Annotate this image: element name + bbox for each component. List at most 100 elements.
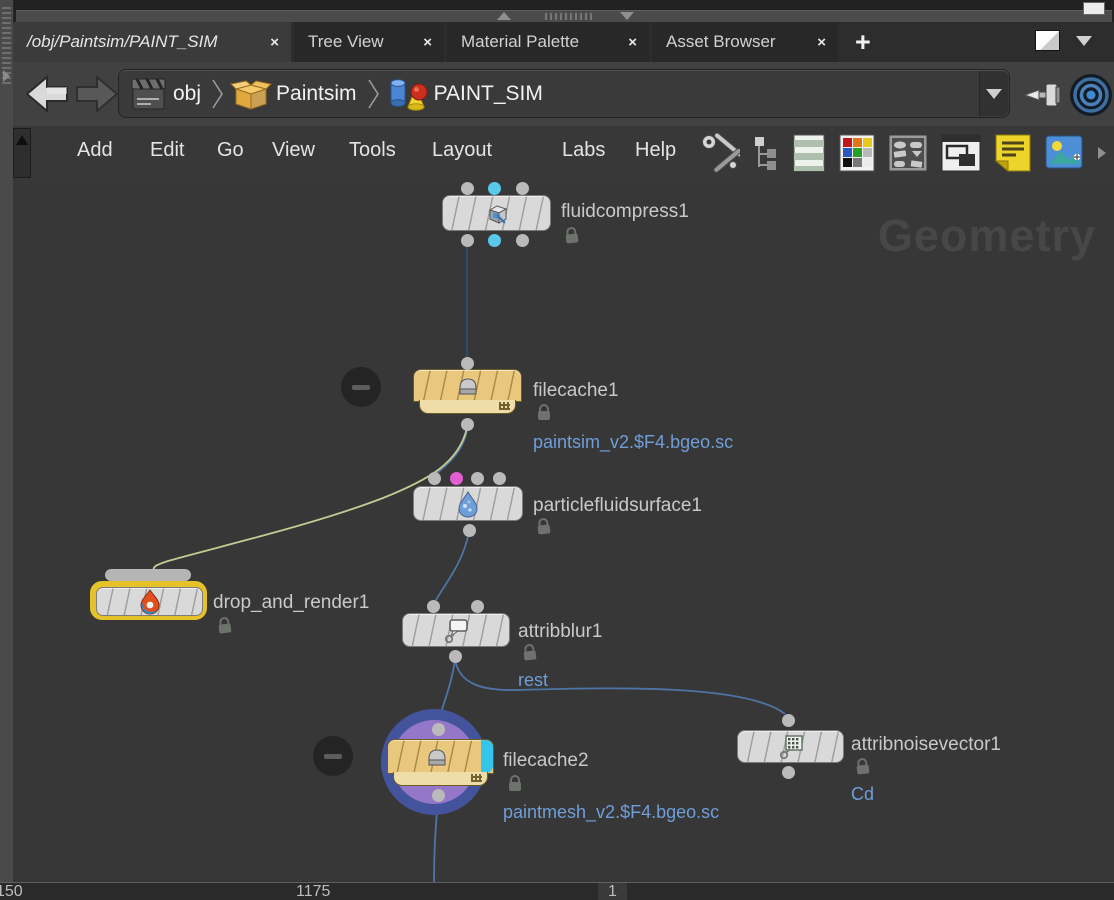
output-connector[interactable] [432, 789, 445, 802]
new-tab-button[interactable]: + [841, 22, 885, 62]
breadcrumb-paintsim[interactable]: Paintsim [272, 82, 361, 106]
lock-icon [538, 411, 550, 420]
breadcrumb-paint-sim[interactable]: PAINT_SIM [430, 82, 547, 106]
node-param-file: paintmesh_v2.$F4.bgeo.sc [503, 802, 719, 823]
current-frame-value: 1 [598, 883, 627, 900]
tab-material-palette[interactable]: Material Palette × [447, 22, 649, 62]
output-connector[interactable] [488, 234, 501, 247]
collapse-ring-badge[interactable] [341, 367, 381, 407]
forward-arrow-icon[interactable] [75, 75, 119, 113]
close-icon[interactable]: × [423, 34, 432, 51]
input-connector[interactable] [782, 714, 795, 727]
output-connector[interactable] [463, 524, 476, 537]
tree-view-icon[interactable] [753, 134, 779, 172]
menu-edit[interactable]: Edit [150, 139, 184, 162]
menu-help[interactable]: Help [635, 139, 676, 162]
input-connector[interactable] [461, 182, 474, 195]
output-connector[interactable] [461, 234, 474, 247]
box-icon [230, 75, 272, 113]
sticky-note-icon[interactable] [994, 133, 1032, 173]
cache-grid-icon [499, 402, 510, 410]
locate-node-icon[interactable] [1069, 73, 1113, 117]
network-graph-canvas[interactable]: Geometry fluidcompress1 [13, 180, 1114, 882]
node-name: fluidcompress1 [561, 201, 689, 223]
display-flag[interactable] [481, 740, 493, 773]
window-corner-box[interactable] [1083, 2, 1105, 15]
breadcrumb-label: Paintsim [276, 82, 357, 106]
node-filecache1[interactable] [413, 369, 522, 402]
dropdown-arrow-icon [986, 89, 1002, 99]
node-shapes-icon[interactable] [888, 134, 928, 172]
node-fluidcompress1[interactable] [442, 195, 551, 231]
input-connector[interactable] [493, 472, 506, 485]
background-image-icon[interactable] [1045, 133, 1085, 173]
frame-value: 150 [0, 883, 23, 900]
node-particlefluidsurface1[interactable] [413, 486, 523, 521]
node-attribblur1[interactable] [402, 613, 510, 647]
node-footer-strip [419, 400, 516, 414]
collapse-up-icon [16, 135, 28, 145]
input-connector[interactable] [428, 472, 441, 485]
output-connector[interactable] [516, 234, 529, 247]
path-dropdown-button[interactable] [979, 71, 1008, 116]
input-connector[interactable] [461, 357, 474, 370]
lock-icon [538, 524, 551, 534]
tab-tree-view[interactable]: Tree View × [294, 22, 444, 62]
node-path-field[interactable]: obj Paintsim [118, 69, 1010, 118]
customize-tools-icon[interactable] [700, 133, 740, 173]
expand-right-icon[interactable] [3, 70, 10, 82]
close-icon[interactable]: × [628, 34, 637, 51]
color-palette-icon[interactable] [839, 134, 875, 172]
menu-tools[interactable]: Tools [349, 139, 396, 162]
left-pane-splitter[interactable] [0, 0, 14, 882]
close-icon[interactable]: × [270, 34, 279, 51]
input-connector[interactable] [450, 472, 463, 485]
pane-menu-arrow-icon[interactable] [1076, 36, 1092, 46]
input-connector[interactable] [471, 600, 484, 613]
menu-go[interactable]: Go [217, 139, 244, 162]
breadcrumb-label: obj [173, 82, 201, 106]
collapse-ring-badge[interactable] [313, 736, 353, 776]
node-attribnoisevector1[interactable] [737, 730, 844, 763]
output-connector[interactable] [782, 766, 795, 779]
node-drop-and-render1[interactable] [96, 587, 203, 616]
breadcrumb-label: PAINT_SIM [434, 82, 543, 106]
input-connector[interactable] [432, 723, 445, 736]
pane-layout-icon[interactable] [1035, 30, 1060, 51]
node-name: attribblur1 [518, 621, 603, 643]
node-list-icon[interactable] [792, 133, 826, 173]
node-name: particlefluidsurface1 [533, 495, 702, 517]
collapse-down-icon[interactable] [620, 12, 634, 20]
input-connector[interactable] [516, 182, 529, 195]
output-connector[interactable] [449, 650, 462, 663]
output-connector[interactable] [461, 418, 474, 431]
node-filecache2[interactable] [387, 739, 494, 774]
frame-readout-bar: 150 1175 1 [0, 882, 1114, 900]
menu-view[interactable]: View [272, 139, 315, 162]
tab-bar: /obj/Paintsim/PAINT_SIM × Tree View × Ma… [13, 22, 1114, 63]
network-boxes-icon[interactable] [941, 134, 981, 172]
node-input-bar[interactable] [105, 569, 191, 581]
pin-icon[interactable] [1023, 76, 1067, 114]
input-connector[interactable] [427, 600, 440, 613]
back-arrow-icon[interactable] [25, 75, 69, 113]
breadcrumb-obj[interactable]: obj [169, 82, 205, 106]
menu-layout[interactable]: Layout [432, 139, 492, 162]
node-name: drop_and_render1 [213, 592, 369, 614]
input-connector[interactable] [471, 472, 484, 485]
disk-cache-icon [424, 745, 450, 769]
more-tools-arrow-icon[interactable] [1098, 147, 1106, 159]
collapse-up-icon[interactable] [497, 12, 511, 20]
close-icon[interactable]: × [817, 34, 826, 51]
menu-collapse-button[interactable] [13, 128, 31, 178]
input-connector[interactable] [488, 182, 501, 195]
cache-grid-icon [471, 774, 482, 782]
menu-labs[interactable]: Labs [562, 139, 605, 162]
paint-drop-icon [137, 589, 163, 615]
lock-icon [524, 650, 537, 660]
tab-obj-paintsim-paint-sim[interactable]: /obj/Paintsim/PAINT_SIM × [13, 22, 291, 62]
compress-icon [483, 199, 511, 227]
tab-asset-browser[interactable]: Asset Browser × [652, 22, 838, 62]
menu-add[interactable]: Add [77, 139, 113, 162]
splitter-grip-icon[interactable] [545, 13, 595, 20]
